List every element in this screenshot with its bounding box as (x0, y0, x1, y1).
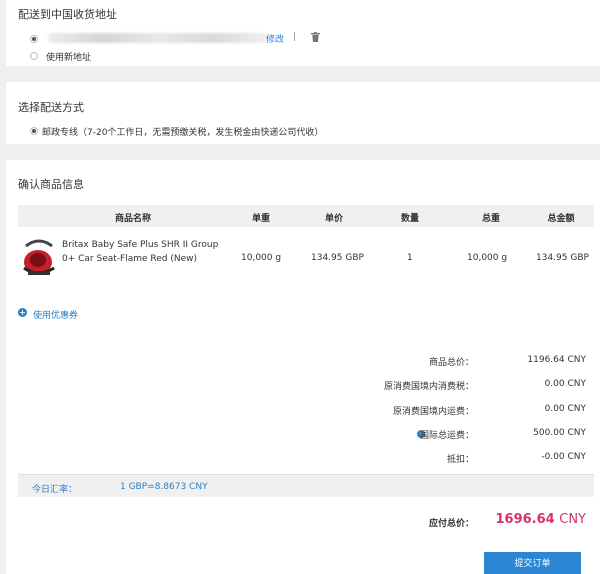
new-address-label[interactable]: 使用新地址 (46, 50, 91, 63)
submit-order-button[interactable]: 提交订单 (484, 552, 581, 574)
total-payable-amount: 1696.64 CNY (496, 512, 587, 527)
address-section-title: 配送到中国收货地址 (18, 8, 117, 21)
total-payable-currency: CNY (559, 512, 586, 527)
product-name-line2[interactable]: 0+ Car Seat-Flame Red (New) (62, 254, 197, 264)
address-radio-new[interactable] (30, 52, 38, 60)
table-header: 商品名称 单重 单价 数量 总重 总金额 (18, 205, 594, 227)
confirm-section: 确认商品信息 商品名称 单重 单价 数量 总重 总金额 Britax Baby … (6, 160, 600, 574)
summary-label-goods-total: 商品总价： (428, 358, 474, 368)
address-radio-existing[interactable] (30, 35, 38, 43)
product-name-line1[interactable]: Britax Baby Safe Plus SHR II Group (62, 240, 218, 250)
col-total-weight: 总重 (481, 214, 500, 224)
total-weight-value: 10,000 g (467, 253, 508, 263)
plus-circle-icon[interactable]: + (18, 308, 27, 317)
exchange-rate-value: 1 GBP=8.8673 CNY (120, 482, 208, 492)
summary-value-goods-total: 1196.64 CNY (527, 355, 586, 365)
summary-label-deduction: 抵扣： (446, 455, 474, 465)
total-payable-value: 1696.64 (495, 512, 555, 527)
summary-label-consumption-tax: 原消费国境内消费税： (383, 382, 474, 392)
delete-trash-icon[interactable] (311, 32, 320, 42)
summary-value-intl-freight: 500.00 CNY (533, 428, 586, 438)
summary-label-domestic-freight: 原消费国境内运费： (392, 407, 474, 417)
col-product-name: 商品名称 (114, 214, 151, 224)
unit-price-value: 134.95 GBP (311, 253, 364, 263)
summary-value-consumption-tax: 0.00 CNY (544, 379, 586, 389)
edit-address-link[interactable]: 修改 (266, 32, 284, 45)
use-coupon-link[interactable]: 使用优惠券 (33, 308, 78, 321)
unit-weight-value: 10,000 g (241, 253, 282, 263)
col-quantity: 数量 (400, 214, 419, 224)
address-section: 配送到中国收货地址 修改 | 使用新地址 (6, 0, 600, 66)
shipping-radio-postal[interactable] (30, 127, 38, 135)
exchange-rate-bar: 今日汇率： 1 GBP=8.8673 CNY (18, 474, 594, 497)
summary-label-intl-freight: 国际总运费： (419, 431, 474, 441)
separator: | (293, 32, 297, 42)
col-unit-weight: 单重 (251, 214, 270, 224)
col-total-amount: 总金额 (547, 214, 575, 224)
confirm-section-title: 确认商品信息 (18, 178, 84, 191)
shipping-option-label: 邮政专线（7-20个工作日，无需预缴关税，发生税金由快递公司代收） (42, 128, 324, 138)
product-car-seat-image[interactable] (20, 238, 58, 278)
total-payable-label: 应付总价： (428, 519, 474, 529)
shipping-section: 选择配送方式 邮政专线（7-20个工作日，无需预缴关税，发生税金由快递公司代收） (6, 82, 600, 144)
shipping-section-title: 选择配送方式 (18, 101, 84, 114)
col-unit-price: 单价 (324, 214, 343, 224)
exchange-rate-label: 今日汇率： (32, 485, 78, 495)
total-amount-value: 134.95 GBP (536, 253, 589, 263)
quantity-value: 1 (407, 253, 413, 263)
blurred-address (48, 33, 268, 43)
summary-value-deduction: -0.00 CNY (541, 452, 586, 462)
summary-value-domestic-freight: 0.00 CNY (544, 404, 586, 414)
